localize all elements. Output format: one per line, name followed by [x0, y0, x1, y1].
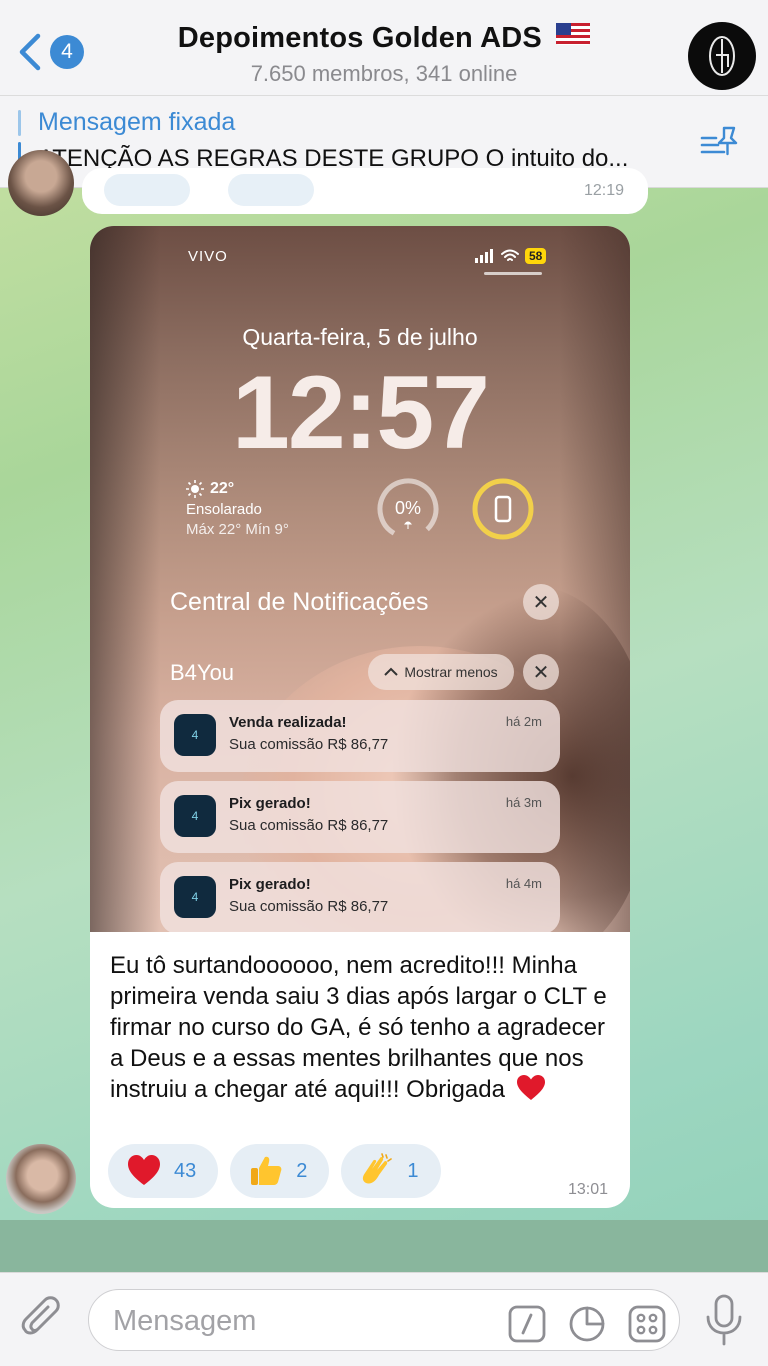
reaction-heart[interactable]: 43 — [108, 1144, 219, 1198]
previous-sender-avatar[interactable] — [8, 150, 74, 216]
notification-body: Sua comissão R$ 86,77 — [229, 898, 389, 915]
carrier-label: VIVO — [188, 248, 228, 265]
notification-body: Sua comissão R$ 86,77 — [229, 736, 389, 753]
chevron-left-icon — [19, 33, 41, 71]
heart-icon — [128, 1155, 160, 1185]
notification-time: há 4m — [505, 876, 542, 891]
message-time: 13:01 — [567, 1181, 608, 1198]
notification-title: Venda realizada! — [229, 714, 347, 731]
back-button[interactable]: 4 — [14, 30, 84, 74]
chat-subtitle: 7.650 membros, 341 online — [250, 61, 518, 86]
emoji-apps-icon[interactable] — [627, 1304, 667, 1344]
chat-title-area[interactable]: Depoimentos Golden ADS 7.650 membros, 34… — [120, 22, 648, 87]
previous-reaction[interactable] — [104, 174, 190, 206]
notification-body: Sua comissão R$ 86,77 — [229, 817, 389, 834]
status-underline — [484, 272, 542, 275]
status-icons: 58 — [475, 246, 547, 266]
paperclip-icon[interactable] — [20, 1295, 66, 1345]
notification-title: Pix gerado! — [229, 795, 311, 812]
b4you-app-icon: 4 — [174, 795, 216, 837]
thumbs-up-icon — [251, 1156, 282, 1185]
notification-title: Pix gerado! — [229, 876, 311, 893]
message-input[interactable]: Mensagem — [88, 1289, 680, 1351]
pinned-list-icon[interactable] — [700, 124, 742, 160]
reaction-count: 43 — [174, 1159, 197, 1182]
lockscreen-time: 12:57 — [232, 355, 490, 471]
battery-widget — [470, 476, 536, 542]
reactions-row: 43 2 1 — [108, 1144, 441, 1198]
notification-time: há 2m — [505, 714, 542, 729]
previous-reaction[interactable] — [228, 174, 314, 206]
rain-chance-value: 0% — [395, 498, 421, 518]
notification-card: 4 Venda realizada! Sua comissão R$ 86,77… — [160, 700, 560, 772]
b4you-app-icon: 4 — [174, 876, 216, 918]
lockscreen-date: Quarta-feira, 5 de julho — [242, 324, 478, 350]
phone-battery-ring-icon — [472, 478, 534, 540]
chevron-up-icon — [384, 667, 399, 676]
sticker-icon[interactable] — [567, 1304, 607, 1344]
reaction-clapping[interactable]: 1 — [341, 1144, 441, 1198]
us-flag-icon — [556, 23, 591, 45]
message-input-placeholder: Mensagem — [113, 1305, 257, 1337]
composer-bar: Mensagem — [0, 1272, 768, 1366]
rain-widget: 0% — [375, 476, 441, 542]
chat-header: 4 Depoimentos Golden ADS 7.650 membros, … — [0, 0, 768, 96]
close-icon: ✕ — [523, 654, 559, 690]
message-text: Eu tô surtandoooooo, nem acredito!!! Min… — [110, 950, 620, 1105]
pinned-title: Mensagem fixada — [38, 108, 236, 136]
weather-temp-row: 22° — [186, 480, 289, 498]
unread-count-badge: 4 — [50, 35, 84, 69]
sender-avatar[interactable] — [6, 1144, 76, 1214]
sun-icon — [186, 480, 204, 498]
close-icon: ✕ — [523, 584, 559, 620]
reaction-thumbs-up[interactable]: 2 — [230, 1144, 330, 1198]
chat-title-row: Depoimentos Golden ADS — [120, 22, 648, 55]
battery-level: 58 — [525, 248, 547, 264]
notification-card: 4 Pix gerado! Sua comissão R$ 86,77 há 3… — [160, 781, 560, 853]
red-heart-icon — [516, 1075, 545, 1100]
reaction-count: 2 — [296, 1159, 308, 1182]
notification-card: 4 Pix gerado! Sua comissão R$ 86,77 há 4… — [160, 862, 560, 932]
pinned-indicator-top — [18, 110, 21, 136]
weather-range: Máx 22° Mín 9° — [186, 521, 289, 538]
signal-icon — [475, 249, 493, 263]
weather-widget: 22° Ensolarado Máx 22° Mín 9° — [186, 480, 289, 538]
notification-time: há 3m — [505, 795, 542, 810]
weather-condition: Ensolarado — [186, 501, 262, 518]
chat-wallpaper — [0, 1220, 768, 1272]
previous-message-bubble[interactable]: 12:19 — [82, 168, 648, 214]
clapping-hands-icon — [363, 1153, 393, 1184]
show-less-pill: Mostrar menos — [368, 654, 514, 690]
reaction-count: 1 — [407, 1159, 419, 1182]
chat-title: Depoimentos Golden ADS — [177, 22, 542, 54]
microphone-icon[interactable] — [704, 1293, 744, 1347]
wifi-icon — [501, 249, 519, 261]
weather-temp: 22° — [210, 480, 235, 497]
b4you-app-icon: 4 — [174, 714, 216, 756]
previous-message-time: 12:19 — [583, 182, 624, 199]
commands-icon[interactable] — [507, 1304, 547, 1344]
group-avatar[interactable] — [688, 22, 756, 90]
show-less-label: Mostrar menos — [404, 664, 498, 680]
message-image[interactable]: VIVO 58 Quarta-feira, 5 de julho 12:57 2… — [90, 226, 630, 932]
golden-logo-icon — [709, 36, 735, 76]
notification-app-name: B4You — [170, 660, 235, 685]
message-bubble[interactable]: VIVO 58 Quarta-feira, 5 de julho 12:57 2… — [90, 226, 630, 1208]
notification-center-title: Central de Notificações — [170, 588, 429, 616]
rain-chance-ring: 0% — [377, 478, 439, 540]
